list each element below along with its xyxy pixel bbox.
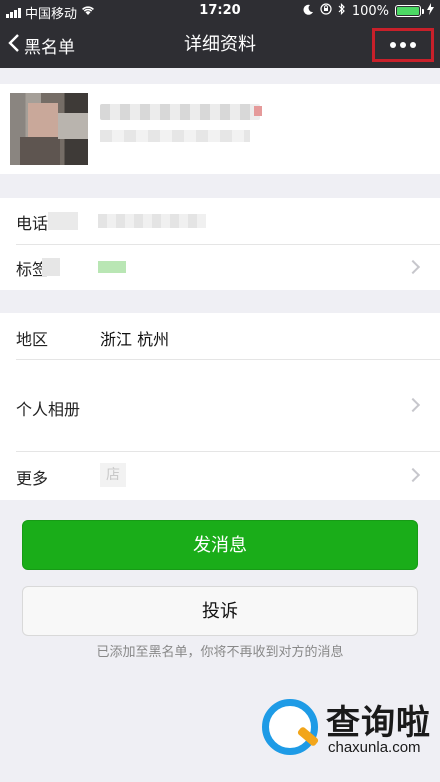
- details-section: 地区 浙江 杭州 个人相册 更多 店: [0, 313, 440, 500]
- phone-label: 电话: [16, 214, 49, 233]
- region-label: 地区: [16, 330, 49, 349]
- orientation-lock-icon: [320, 3, 332, 19]
- bluetooth-icon: [338, 3, 346, 19]
- phone-row[interactable]: 电话: [0, 198, 440, 244]
- watermark-cn: 查询啦: [326, 703, 431, 743]
- more-options-button[interactable]: [372, 28, 434, 62]
- status-bar: 中国移动 17:20 100%: [0, 0, 440, 22]
- more-row[interactable]: 更多 店: [0, 451, 440, 500]
- magnifier-logo-icon: [262, 699, 318, 755]
- avatar[interactable]: [10, 93, 88, 165]
- status-right: 100%: [303, 3, 434, 19]
- info-section: 电话 标签: [0, 198, 440, 290]
- report-button[interactable]: 投诉: [22, 586, 418, 636]
- blurred-wechat-id: [100, 130, 250, 142]
- charging-icon: [427, 3, 434, 19]
- album-row[interactable]: 个人相册: [0, 359, 440, 451]
- tag-row[interactable]: 标签: [0, 244, 440, 290]
- album-label: 个人相册: [16, 400, 81, 419]
- region-row: 地区 浙江 杭州: [0, 313, 440, 359]
- blurred-tag-value: [98, 261, 126, 273]
- nav-bar: 黑名单 详细资料: [0, 22, 440, 68]
- chevron-right-icon: [405, 259, 421, 275]
- blurred-gender-icon: [254, 106, 262, 116]
- chevron-right-icon: [405, 467, 421, 483]
- store-icon: 店: [100, 463, 126, 487]
- watermark: 查询啦 chaxunla.com: [262, 693, 434, 763]
- watermark-en: chaxunla.com: [328, 739, 421, 756]
- blurred-nickname: [100, 104, 260, 120]
- more-dots-icon: [390, 42, 396, 48]
- moon-icon: [303, 4, 314, 19]
- battery-percent: 100%: [351, 3, 389, 19]
- more-label: 更多: [16, 469, 49, 488]
- blacklist-notice: 已添加至黑名单，你将不再收到对方的消息: [96, 645, 344, 660]
- blurred-tag-label-tail: [42, 258, 60, 276]
- chevron-right-icon: [405, 397, 421, 413]
- battery-icon: [395, 5, 424, 17]
- profile-header[interactable]: [0, 84, 440, 174]
- send-message-button[interactable]: 发消息: [22, 520, 418, 570]
- blurred-phone-number: [98, 214, 206, 228]
- region-value: 浙江 杭州: [100, 330, 170, 349]
- blurred-phone-label-tail: [48, 212, 78, 230]
